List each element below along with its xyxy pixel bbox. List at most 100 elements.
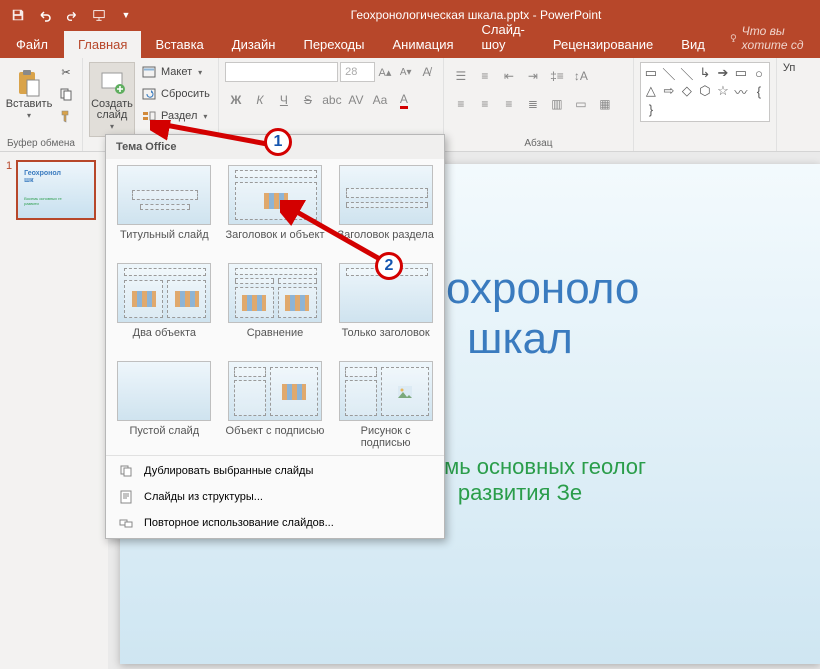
italic-button[interactable]: К [249, 90, 271, 110]
shadow-button[interactable]: abc [321, 90, 343, 110]
cut-icon: ✂ [58, 64, 74, 80]
shape-triangle-icon: △ [643, 83, 659, 99]
align-text-button[interactable]: ▭ [570, 94, 592, 114]
layout-comparison[interactable]: Сравнение [225, 263, 325, 351]
section-button[interactable]: Раздел▾ [139, 106, 212, 126]
change-case-button[interactable]: Aa [369, 90, 391, 110]
thumbnail-number: 1 [6, 160, 12, 220]
group-drawing: ▭ ＼ ＼ ↳ ➔ ▭ ○ △ ⇨ ◇ ⬡ ☆ 〰 { } [634, 58, 777, 151]
slides-from-outline-button[interactable]: Слайды из структуры... [106, 484, 444, 510]
shape-oval-icon: ○ [751, 65, 767, 81]
layout-content-caption[interactable]: Объект с подписью [225, 361, 325, 449]
font-color-button[interactable]: A [393, 90, 415, 110]
tab-design[interactable]: Дизайн [218, 31, 290, 58]
layout-two-content[interactable]: Два объекта [114, 263, 214, 351]
text-direction-button[interactable]: ↕A [570, 66, 592, 86]
tab-view[interactable]: Вид [667, 31, 719, 58]
shape-connector-icon: ↳ [697, 65, 713, 81]
new-slide-label: Создать слайд [91, 99, 133, 121]
tell-me[interactable]: Что вы хотите сд [719, 18, 820, 58]
reuse-slides-button[interactable]: Повторное использование слайдов... [106, 510, 444, 536]
layout-picture-caption[interactable]: Рисунок с подписью [336, 361, 436, 449]
layout-button[interactable]: Макет▾ [139, 62, 212, 82]
copy-button[interactable] [56, 84, 76, 104]
bullets-icon: ☰ [456, 69, 467, 83]
layout-blank[interactable]: Пустой слайд [114, 361, 214, 449]
editing-label-cut: Уп [783, 62, 795, 74]
group-editing-cut: Уп [777, 58, 801, 151]
duplicate-slides-button[interactable]: Дублировать выбранные слайды [106, 458, 444, 484]
qat-dropdown-icon[interactable]: ▼ [114, 4, 138, 26]
start-slideshow-icon[interactable] [87, 4, 111, 26]
increase-indent-button[interactable]: ⇥ [522, 66, 544, 86]
font-size-combo[interactable]: 28 [340, 62, 374, 82]
layout-label: Макет [161, 66, 192, 78]
group-clipboard-label: Буфер обмена [6, 136, 76, 149]
tab-animations[interactable]: Анимация [378, 31, 467, 58]
shape-star-icon: ☆ [715, 83, 731, 99]
tell-me-label: Что вы хотите сд [742, 24, 810, 52]
outline-icon [118, 489, 134, 505]
decrease-indent-button[interactable]: ⇤ [498, 66, 520, 86]
increase-font-button[interactable]: A▴ [375, 62, 396, 82]
shape-line2-icon: ＼ [679, 65, 695, 81]
shape-rect-icon: ▭ [733, 65, 749, 81]
layout-section-header[interactable]: Заголовок раздела [336, 165, 436, 253]
shapes-gallery[interactable]: ▭ ＼ ＼ ↳ ➔ ▭ ○ △ ⇨ ◇ ⬡ ☆ 〰 { } [640, 62, 770, 122]
shape-line-icon: ＼ [661, 65, 677, 81]
clear-format-icon: A̸ [423, 65, 431, 79]
duplicate-icon [118, 463, 134, 479]
shape-brace-icon: { [751, 83, 767, 99]
layout-title-slide[interactable]: Титульный слайд [114, 165, 214, 253]
shape-arrow-icon: ➔ [715, 65, 731, 81]
slide-thumbnail-1[interactable]: Геохронолшк Восемь основных геразвити [16, 160, 96, 220]
ribbon-tabs: Файл Главная Вставка Дизайн Переходы Ани… [0, 30, 820, 58]
title-bar: ▼ Геохронологическая шкала.pptx - PowerP… [0, 0, 820, 30]
tab-home[interactable]: Главная [64, 31, 141, 58]
layout-title-only[interactable]: Только заголовок [336, 263, 436, 351]
justify-button[interactable]: ≣ [522, 94, 544, 114]
quick-access-toolbar: ▼ [6, 4, 138, 26]
group-clipboard: Вставить ▾ ✂ Буфер обмена [0, 58, 83, 151]
shape-brace2-icon: } [643, 101, 659, 117]
clear-format-button[interactable]: A̸ [416, 62, 437, 82]
bold-button[interactable]: Ж [225, 90, 247, 110]
new-slide-icon [96, 67, 128, 99]
reset-label: Сбросить [161, 88, 210, 100]
redo-icon[interactable] [60, 4, 84, 26]
undo-icon[interactable] [33, 4, 57, 26]
tab-file[interactable]: Файл [0, 31, 64, 58]
decrease-font-button[interactable]: A▾ [395, 62, 416, 82]
gallery-footer: Дублировать выбранные слайды Слайды из с… [106, 455, 444, 538]
copy-icon [58, 86, 74, 102]
smartart-button[interactable]: ▦ [594, 94, 616, 114]
tab-transitions[interactable]: Переходы [289, 31, 378, 58]
new-slide-button[interactable]: Создать слайд ▾ [89, 62, 135, 137]
line-spacing-button[interactable]: ‡≡ [546, 66, 568, 86]
align-center-button[interactable]: ≡ [474, 94, 496, 114]
numbering-icon: ≡ [481, 69, 488, 83]
strike-button[interactable]: S [297, 90, 319, 110]
tab-insert[interactable]: Вставка [141, 31, 217, 58]
tab-review[interactable]: Рецензирование [539, 31, 667, 58]
columns-button[interactable]: ▥ [546, 94, 568, 114]
underline-button[interactable]: Ч [273, 90, 295, 110]
reset-button[interactable]: Сбросить [139, 84, 212, 104]
layout-title-content[interactable]: Заголовок и объект [225, 165, 325, 253]
tab-slideshow[interactable]: Слайд-шоу [468, 16, 539, 58]
paste-label: Вставить [6, 99, 53, 110]
font-name-combo[interactable] [225, 62, 338, 82]
paste-button[interactable]: Вставить ▾ [6, 62, 52, 126]
section-label: Раздел [161, 110, 197, 122]
bullets-button[interactable]: ☰ [450, 66, 472, 86]
align-right-button[interactable]: ≡ [498, 94, 520, 114]
format-painter-button[interactable] [56, 106, 76, 126]
numbering-button[interactable]: ≡ [474, 66, 496, 86]
save-icon[interactable] [6, 4, 30, 26]
align-left-button[interactable]: ≡ [450, 94, 472, 114]
char-spacing-button[interactable]: AV [345, 90, 367, 110]
layout-icon [141, 64, 157, 80]
shape-rarrow-icon: ⇨ [661, 83, 677, 99]
cut-button[interactable]: ✂ [56, 62, 76, 82]
group-paragraph-label: Абзац [450, 136, 627, 149]
